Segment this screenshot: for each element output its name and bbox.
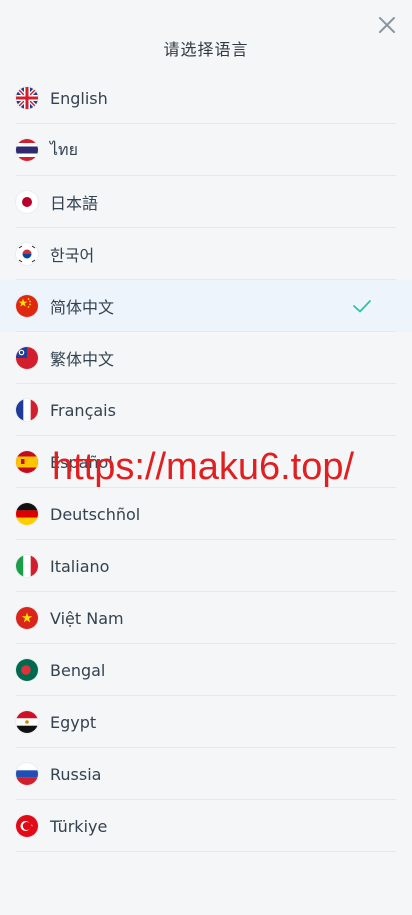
language-label: 日本語 [50, 194, 99, 213]
language-item-turkiye[interactable]: Türkiye [0, 800, 412, 852]
language-label: Italiano [50, 556, 110, 576]
france-flag-icon [16, 399, 38, 421]
korea-flag-icon [16, 243, 38, 265]
uk-flag-icon [16, 87, 38, 109]
page-title: 请选择语言 [163, 40, 249, 59]
close-button[interactable] [376, 14, 398, 36]
language-item-english[interactable]: English [0, 72, 412, 124]
language-item-simplified-chinese[interactable]: 简体中文 [0, 280, 412, 332]
language-picker-sheet: 请选择语言 English ไทย 日本語 한국어 简体中文 繁体中文 Fran… [0, 0, 412, 915]
language-label: Español [50, 452, 113, 472]
turkey-flag-icon [16, 815, 38, 837]
language-item-vietnamese[interactable]: Việt Nam [0, 592, 412, 644]
language-item-french[interactable]: Français [0, 384, 412, 436]
china-flag-icon [16, 295, 38, 317]
taiwan-flag-icon [16, 347, 38, 369]
language-label: Egypt [50, 712, 97, 732]
language-label: Russia [50, 764, 102, 784]
close-icon [379, 17, 395, 33]
language-item-bengal[interactable]: Bengal [0, 644, 412, 696]
language-label: 한국어 [50, 246, 95, 265]
language-label: 简体中文 [50, 298, 115, 317]
language-label: Việt Nam [50, 608, 124, 628]
language-item-egypt[interactable]: Egypt [0, 696, 412, 748]
bangladesh-flag-icon [16, 659, 38, 681]
russia-flag-icon [16, 763, 38, 785]
germany-flag-icon [16, 503, 38, 525]
language-item-korean[interactable]: 한국어 [0, 228, 412, 280]
language-label: 繁体中文 [50, 350, 115, 369]
language-label: Bengal [50, 660, 106, 680]
language-label: ไทย [50, 139, 78, 159]
italy-flag-icon [16, 555, 38, 577]
check-icon [353, 300, 371, 313]
language-item-italian[interactable]: Italiano [0, 540, 412, 592]
language-label: Français [50, 400, 116, 420]
language-item-japanese[interactable]: 日本語 [0, 176, 412, 228]
japan-flag-icon [16, 191, 38, 213]
language-item-german[interactable]: Deutschñol [0, 488, 412, 540]
egypt-flag-icon [16, 711, 38, 733]
language-label: Deutschñol [50, 504, 141, 524]
language-item-spanish[interactable]: Español [0, 436, 412, 488]
language-item-russia[interactable]: Russia [0, 748, 412, 800]
language-item-traditional-chinese[interactable]: 繁体中文 [0, 332, 412, 384]
language-label: Türkiye [50, 816, 108, 836]
vietnam-flag-icon [16, 607, 38, 629]
thailand-flag-icon [16, 139, 38, 161]
spain-flag-icon [16, 451, 38, 473]
language-item-thai[interactable]: ไทย [0, 124, 412, 176]
language-label: English [50, 88, 108, 108]
language-list: English ไทย 日本語 한국어 简体中文 繁体中文 Français E… [0, 72, 412, 852]
